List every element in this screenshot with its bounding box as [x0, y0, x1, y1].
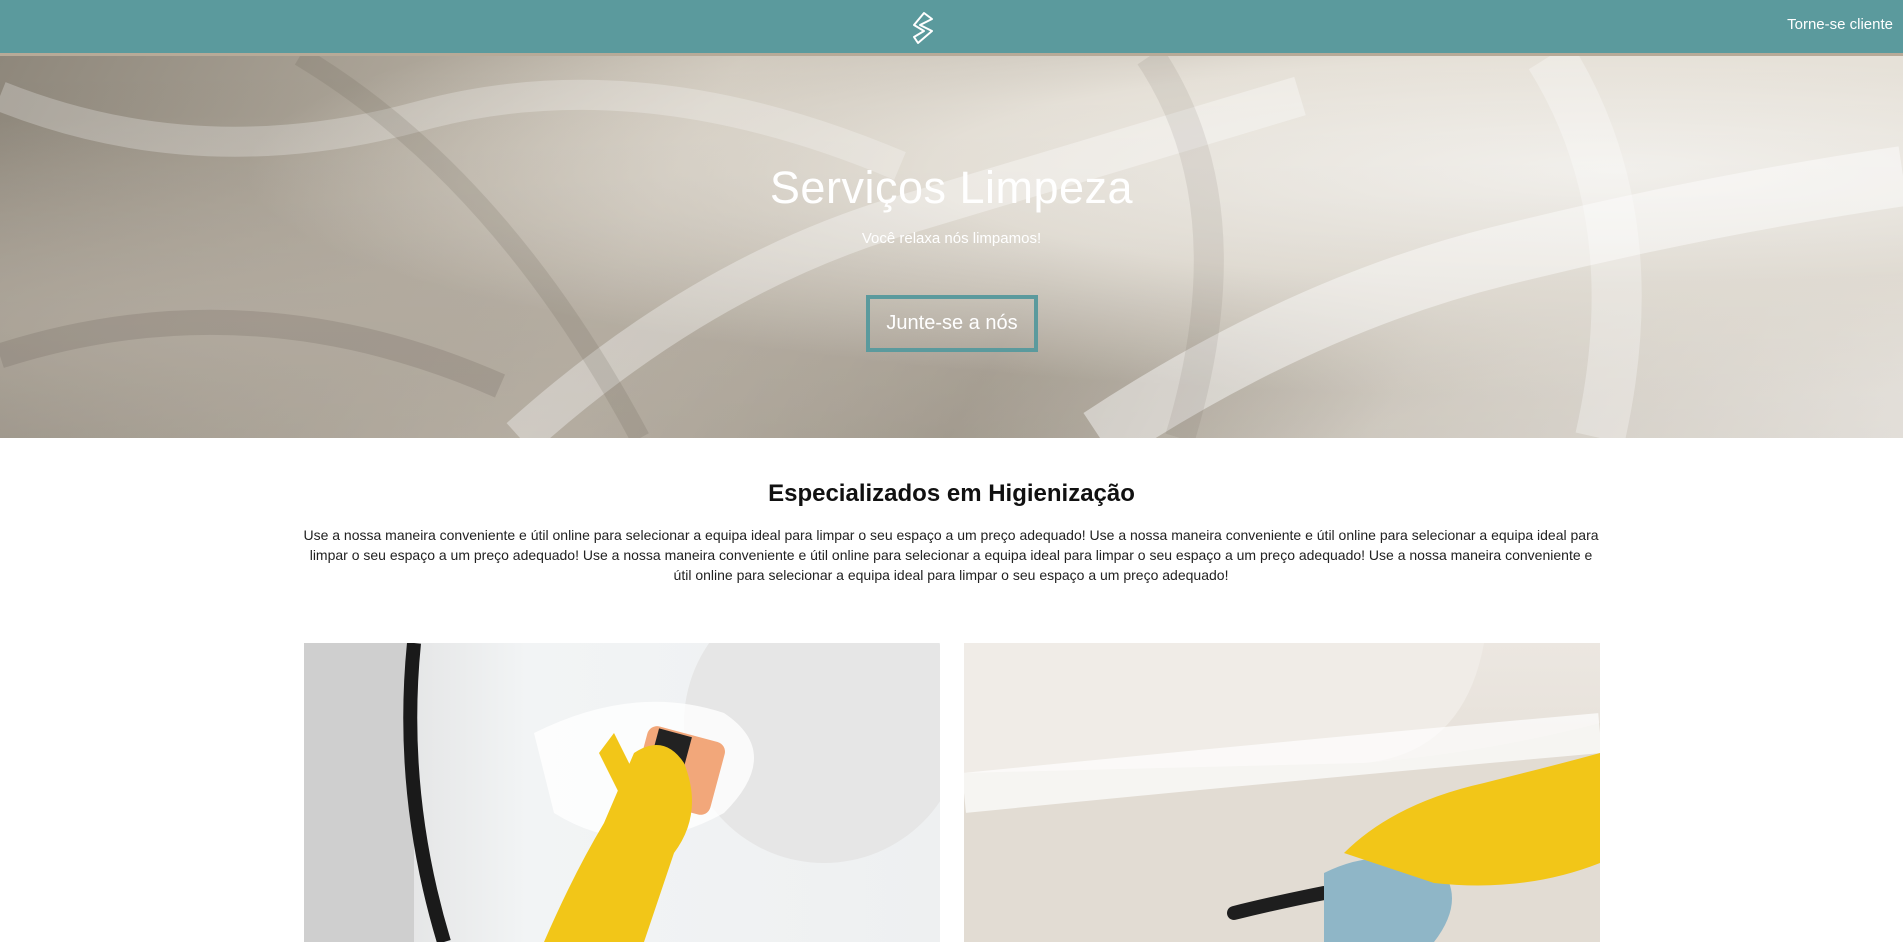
- hero-banner: Serviços Limpeza Você relaxa nós limpamo…: [0, 56, 1903, 438]
- hero-title: Serviços Limpeza: [769, 162, 1134, 213]
- intro-title: Especializados em Higienização: [768, 480, 1135, 507]
- become-client-link[interactable]: Torne-se cliente: [1787, 16, 1893, 33]
- hero-subtitle: Você relaxa nós limpamos!: [861, 230, 1042, 247]
- cabinet-cleaning-illustration: [964, 643, 1600, 942]
- top-navigation-bar: Torne-se cliente: [0, 0, 1903, 56]
- hero-background-image: [0, 56, 1903, 438]
- join-us-button[interactable]: Junte-se a nós: [866, 295, 1038, 352]
- cabinet-cleaning-image: [964, 643, 1600, 942]
- intro-text: Use a nossa maneira conveniente e útil o…: [303, 527, 1599, 583]
- mirror-cleaning-illustration: [304, 643, 940, 942]
- brand-logo-icon[interactable]: [910, 11, 936, 45]
- mirror-cleaning-image: [304, 643, 940, 942]
